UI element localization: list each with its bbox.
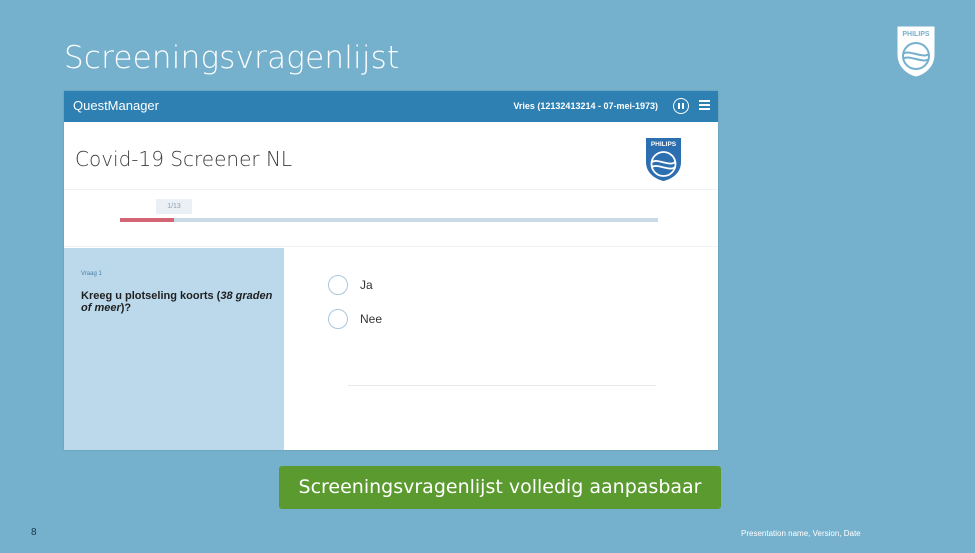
divider (348, 385, 656, 386)
question-panel: Vraag 1 Kreeg u plotseling koorts (38 gr… (64, 248, 284, 450)
questionnaire-header: Covid-19 Screener NL PHILIPS (64, 122, 718, 190)
radio-button[interactable] (328, 275, 348, 295)
svg-text:PHILIPS: PHILIPS (902, 31, 930, 38)
questionnaire-title: Covid-19 Screener NL (75, 147, 293, 171)
radio-button[interactable] (328, 309, 348, 329)
question-text-suffix: )? (120, 302, 132, 314)
pause-icon[interactable] (673, 98, 689, 114)
cta-banner: Screeningsvragenlijst volledig aanpasbaa… (279, 466, 721, 509)
footer-text: Presentation name, Version, Date (741, 529, 861, 538)
menu-icon[interactable] (699, 100, 710, 110)
svg-text:PHILIPS: PHILIPS (651, 141, 677, 148)
question-number: Vraag 1 (81, 271, 102, 277)
answer-label: Nee (360, 312, 383, 326)
progress-label: 1/13 (156, 199, 192, 214)
app-name: QuestManager (73, 98, 159, 113)
slide: Screeningsvragenlijst PHILIPS QuestManag… (0, 0, 975, 553)
question-text: Kreeg u plotseling koorts (38 graden of … (81, 290, 276, 314)
answer-options: Ja Nee (284, 248, 718, 450)
progress-bar (120, 218, 658, 222)
page-number: 8 (31, 527, 37, 538)
slide-title: Screeningsvragenlijst (64, 40, 400, 76)
answer-label: Ja (360, 278, 373, 292)
progress-section: 1/13 (64, 190, 718, 247)
question-text-prefix: Kreeg u plotseling koorts ( (81, 290, 221, 302)
app-topbar: QuestManager Vries (12132413214 - 07-mei… (64, 91, 718, 122)
philips-shield-icon: PHILIPS (897, 26, 935, 77)
philips-shield-icon: PHILIPS (646, 138, 681, 181)
patient-info: Vries (12132413214 - 07-mei-1973) (513, 101, 658, 111)
questmanager-window: QuestManager Vries (12132413214 - 07-mei… (64, 91, 718, 450)
progress-fill (120, 218, 174, 222)
